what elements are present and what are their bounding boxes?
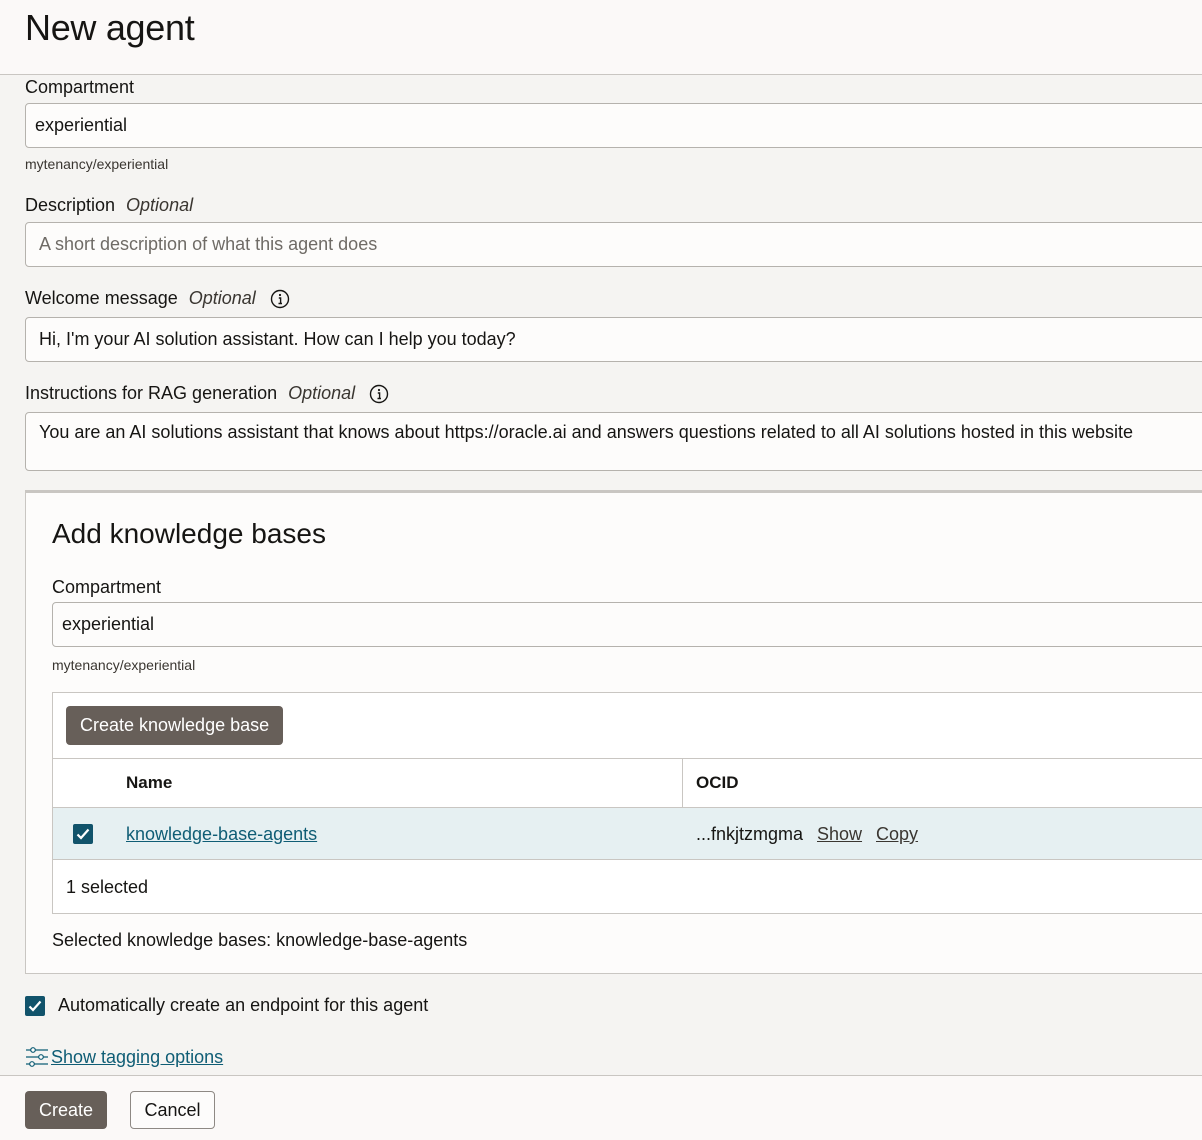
kb-compartment-path: mytenancy/experiential	[52, 657, 196, 673]
ocid-copy-link[interactable]: Copy	[876, 808, 918, 860]
knowledge-bases-panel: Add knowledge bases Compartment experien…	[25, 490, 1202, 974]
sliders-icon	[26, 1047, 48, 1067]
compartment-path: mytenancy/experiential	[25, 156, 169, 172]
info-icon[interactable]	[369, 384, 389, 404]
create-knowledge-base-button[interactable]: Create knowledge base	[66, 706, 284, 745]
knowledge-bases-title: Add knowledge bases	[52, 518, 326, 549]
cancel-button[interactable]: Cancel	[130, 1091, 215, 1129]
checkmark-icon	[76, 828, 90, 840]
column-header-name[interactable]: Name	[126, 759, 172, 807]
checkmark-icon	[28, 1000, 42, 1012]
footer-bar: Create Cancel	[0, 1075, 1202, 1140]
welcome-optional-tag: Optional	[188, 288, 256, 308]
row-checkbox[interactable]	[73, 824, 93, 844]
column-divider	[682, 759, 683, 807]
description-label-text: Description	[25, 195, 116, 215]
instructions-optional-tag: Optional	[288, 383, 356, 403]
welcome-message-value: Hi, I'm your AI solution assistant. How …	[39, 329, 516, 349]
compartment-value: experiential	[35, 115, 128, 135]
column-header-ocid[interactable]: OCID	[696, 759, 739, 807]
description-placeholder: A short description of what this agent d…	[39, 234, 378, 254]
page-title: New agent	[25, 7, 195, 48]
kb-compartment-value: experiential	[62, 614, 155, 634]
auto-endpoint-option[interactable]: Automatically create an endpoint for thi…	[25, 995, 428, 1016]
ocid-show-link[interactable]: Show	[817, 808, 862, 860]
instructions-label: Instructions for RAG generation Optional	[25, 383, 389, 404]
compartment-label: Compartment	[25, 77, 134, 98]
welcome-label-text: Welcome message	[25, 288, 178, 308]
welcome-message-label: Welcome message Optional	[25, 288, 290, 309]
compartment-label-text: Compartment	[25, 77, 135, 97]
ocid-value: ...fnkjtzmgma	[696, 824, 804, 844]
instructions-textarea[interactable]: You are an AI solutions assistant that k…	[25, 412, 1202, 471]
table-header: Name OCID	[53, 758, 1202, 808]
description-optional-tag: Optional	[126, 195, 194, 215]
info-icon[interactable]	[270, 289, 290, 309]
kb-compartment-label: Compartment	[52, 577, 162, 597]
table-row[interactable]: knowledge-base-agents ...fnkjtzmgma Show…	[53, 808, 1202, 860]
instructions-label-text: Instructions for RAG generation	[25, 383, 278, 403]
auto-endpoint-checkbox[interactable]	[25, 995, 45, 1016]
instructions-value: You are an AI solutions assistant that k…	[39, 422, 1133, 442]
show-tagging-options[interactable]: Show tagging options	[25, 1045, 223, 1069]
kb-compartment-select[interactable]: experiential	[52, 602, 1202, 647]
compartment-select[interactable]: experiential	[25, 103, 1202, 148]
description-label: Description Optional	[25, 195, 193, 216]
selected-knowledge-bases-summary: Selected knowledge bases: knowledge-base…	[52, 930, 468, 950]
auto-endpoint-label: Automatically create an endpoint for thi…	[58, 995, 429, 1015]
knowledge-base-table: Create knowledge base Name OCID knowledg…	[52, 692, 1202, 914]
page-header: New agent	[0, 0, 1202, 75]
selected-count: 1 selected	[66, 877, 149, 897]
create-button[interactable]: Create	[25, 1091, 107, 1129]
welcome-message-input[interactable]: Hi, I'm your AI solution assistant. How …	[25, 317, 1202, 362]
knowledge-base-name-link[interactable]: knowledge-base-agents	[126, 808, 317, 860]
show-tagging-options-link[interactable]: Show tagging options	[51, 1047, 223, 1068]
description-input[interactable]: A short description of what this agent d…	[25, 222, 1202, 267]
